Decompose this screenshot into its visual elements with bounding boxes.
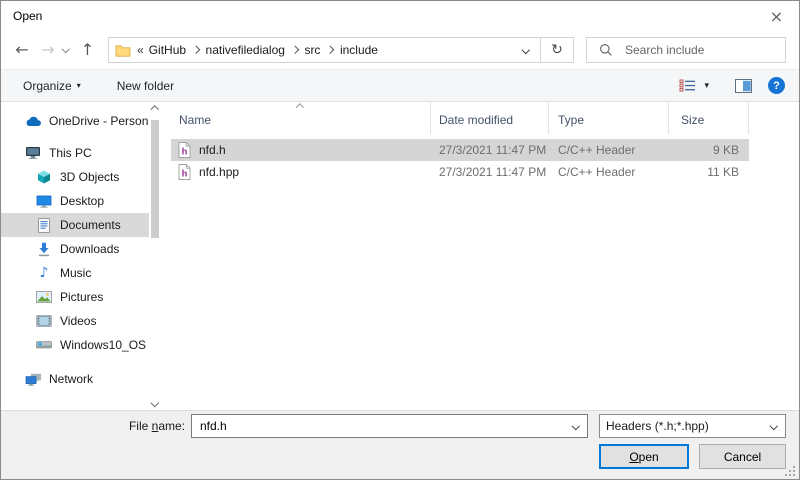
sidebar-item-music[interactable]: ♪ Music [1,261,149,285]
pictures-icon [35,291,53,303]
file-name: nfd.h [199,143,226,157]
file-name-label: File name: [119,419,185,433]
file-type-select[interactable]: Headers (*.h;*.hpp) [599,414,786,438]
folder-icon [115,44,131,57]
breadcrumb-nativefiledialog[interactable]: nativefiledialog [201,43,290,57]
file-name-dropdown-chevron-icon[interactable] [571,422,579,430]
address-dropdown-chevron-icon[interactable] [521,46,529,54]
this-pc-icon [24,146,42,160]
sidebar-item-desktop[interactable]: Desktop [1,189,149,213]
new-folder-button[interactable]: New folder [117,79,174,93]
organize-button[interactable]: Organize ▾ [23,79,81,93]
main-area: OneDrive - Person This PC 3D Objects Des… [1,102,799,410]
title-bar: Open × [1,1,799,31]
resize-grip-icon[interactable] [793,474,795,476]
cancel-button[interactable]: Cancel [699,444,786,469]
navigation-row: ← → ↑ « GitHub nativefiledialog src incl… [1,31,799,69]
file-type: C/C++ Header [549,165,669,179]
breadcrumb-src[interactable]: src [299,43,325,57]
file-name-combobox[interactable] [191,414,588,438]
music-icon: ♪ [35,266,53,280]
sidebar-item-windows10-os[interactable]: Windows10_OS ( [1,333,149,357]
open-button[interactable]: Open [599,444,689,469]
scrollbar-thumb[interactable] [151,120,159,238]
file-date: 27/3/2021 11:47 PM [431,165,549,179]
breadcrumb-github[interactable]: GitHub [144,43,191,57]
view-options-caret-icon[interactable]: ▾ [704,81,709,91]
sidebar-item-network[interactable]: Network [1,367,149,391]
refresh-icon: ↻ [551,42,563,58]
crumb-separator-icon[interactable] [192,46,200,54]
file-list: Name Date modified Type Size h nfd.h 27/… [171,102,799,410]
file-type-dropdown-chevron-icon [769,422,777,430]
column-header-date-modified[interactable]: Date modified [431,102,549,134]
preview-pane-button[interactable] [735,79,752,93]
recent-locations-chevron-icon[interactable] [62,45,70,53]
help-button[interactable]: ? [768,77,785,94]
refresh-button[interactable]: ↻ [541,42,573,58]
sidebar-item-videos[interactable]: Videos [1,309,149,333]
up-arrow-icon: ↑ [81,40,94,59]
up-button[interactable]: ↑ [75,40,101,59]
navigation-pane: OneDrive - Person This PC 3D Objects Des… [1,102,171,410]
sidebar-item-documents[interactable]: Documents [1,213,149,237]
back-button[interactable]: ← [9,40,35,59]
3d-objects-icon [35,170,53,184]
column-headers: Name Date modified Type Size [171,102,799,134]
crumb-separator-icon[interactable] [326,46,334,54]
documents-icon [35,218,53,233]
file-date: 27/3/2021 11:47 PM [431,143,549,157]
scroll-down-icon[interactable] [151,398,159,406]
file-size: 9 KB [669,143,749,157]
forward-arrow-icon: → [41,40,54,59]
breadcrumb-include[interactable]: include [335,43,383,57]
back-arrow-icon: ← [15,40,28,59]
videos-icon [35,315,53,327]
file-type: C/C++ Header [549,143,669,157]
column-header-type[interactable]: Type [549,102,669,134]
onedrive-icon [24,116,42,127]
sidebar-item-onedrive[interactable]: OneDrive - Person [1,109,149,133]
sidebar-scrollbar[interactable] [147,102,163,410]
search-icon [599,43,613,57]
close-button[interactable]: × [754,1,799,31]
sidebar-item-downloads[interactable]: Downloads [1,237,149,261]
downloads-icon [35,242,53,257]
file-size: 11 KB [669,165,749,179]
file-row-nfd-h[interactable]: h nfd.h 27/3/2021 11:47 PM C/C++ Header … [171,139,749,161]
search-input[interactable] [623,42,785,58]
file-type-value: Headers (*.h;*.hpp) [606,419,771,433]
help-icon: ? [773,80,780,92]
open-dialog: Open × ← → ↑ « GitHub nativefiledialog s… [0,0,800,480]
drive-icon [35,340,53,350]
file-name-input[interactable] [198,418,573,434]
change-view-icon[interactable] [679,79,696,92]
organize-caret-icon: ▾ [77,81,81,90]
header-file-icon: h [178,142,191,158]
column-header-size[interactable]: Size [669,102,749,134]
svg-text:h: h [181,169,187,179]
file-name: nfd.hpp [199,165,239,179]
scroll-up-icon[interactable] [151,106,159,114]
header-file-icon: h [178,164,191,180]
network-icon [24,373,42,386]
sidebar-item-pictures[interactable]: Pictures [1,285,149,309]
desktop-icon [35,195,53,208]
crumb-separator-icon[interactable] [291,46,299,54]
sidebar-item-3d-objects[interactable]: 3D Objects [1,165,149,189]
window-title: Open [13,9,42,23]
breadcrumb-overflow-indicator[interactable]: « [137,43,144,57]
address-bar[interactable]: « GitHub nativefiledialog src include ↻ [108,37,574,63]
preview-pane-icon [735,79,752,93]
forward-button[interactable]: → [35,40,61,59]
svg-text:h: h [181,147,187,157]
close-icon: × [770,7,783,26]
command-toolbar: Organize ▾ New folder ▾ ? [1,69,799,102]
sidebar-item-this-pc[interactable]: This PC [1,141,149,165]
file-row-nfd-hpp[interactable]: h nfd.hpp 27/3/2021 11:47 PM C/C++ Heade… [171,161,749,183]
search-box[interactable] [586,37,786,63]
dialog-footer: File name: Headers (*.h;*.hpp) Open Canc… [1,410,799,480]
